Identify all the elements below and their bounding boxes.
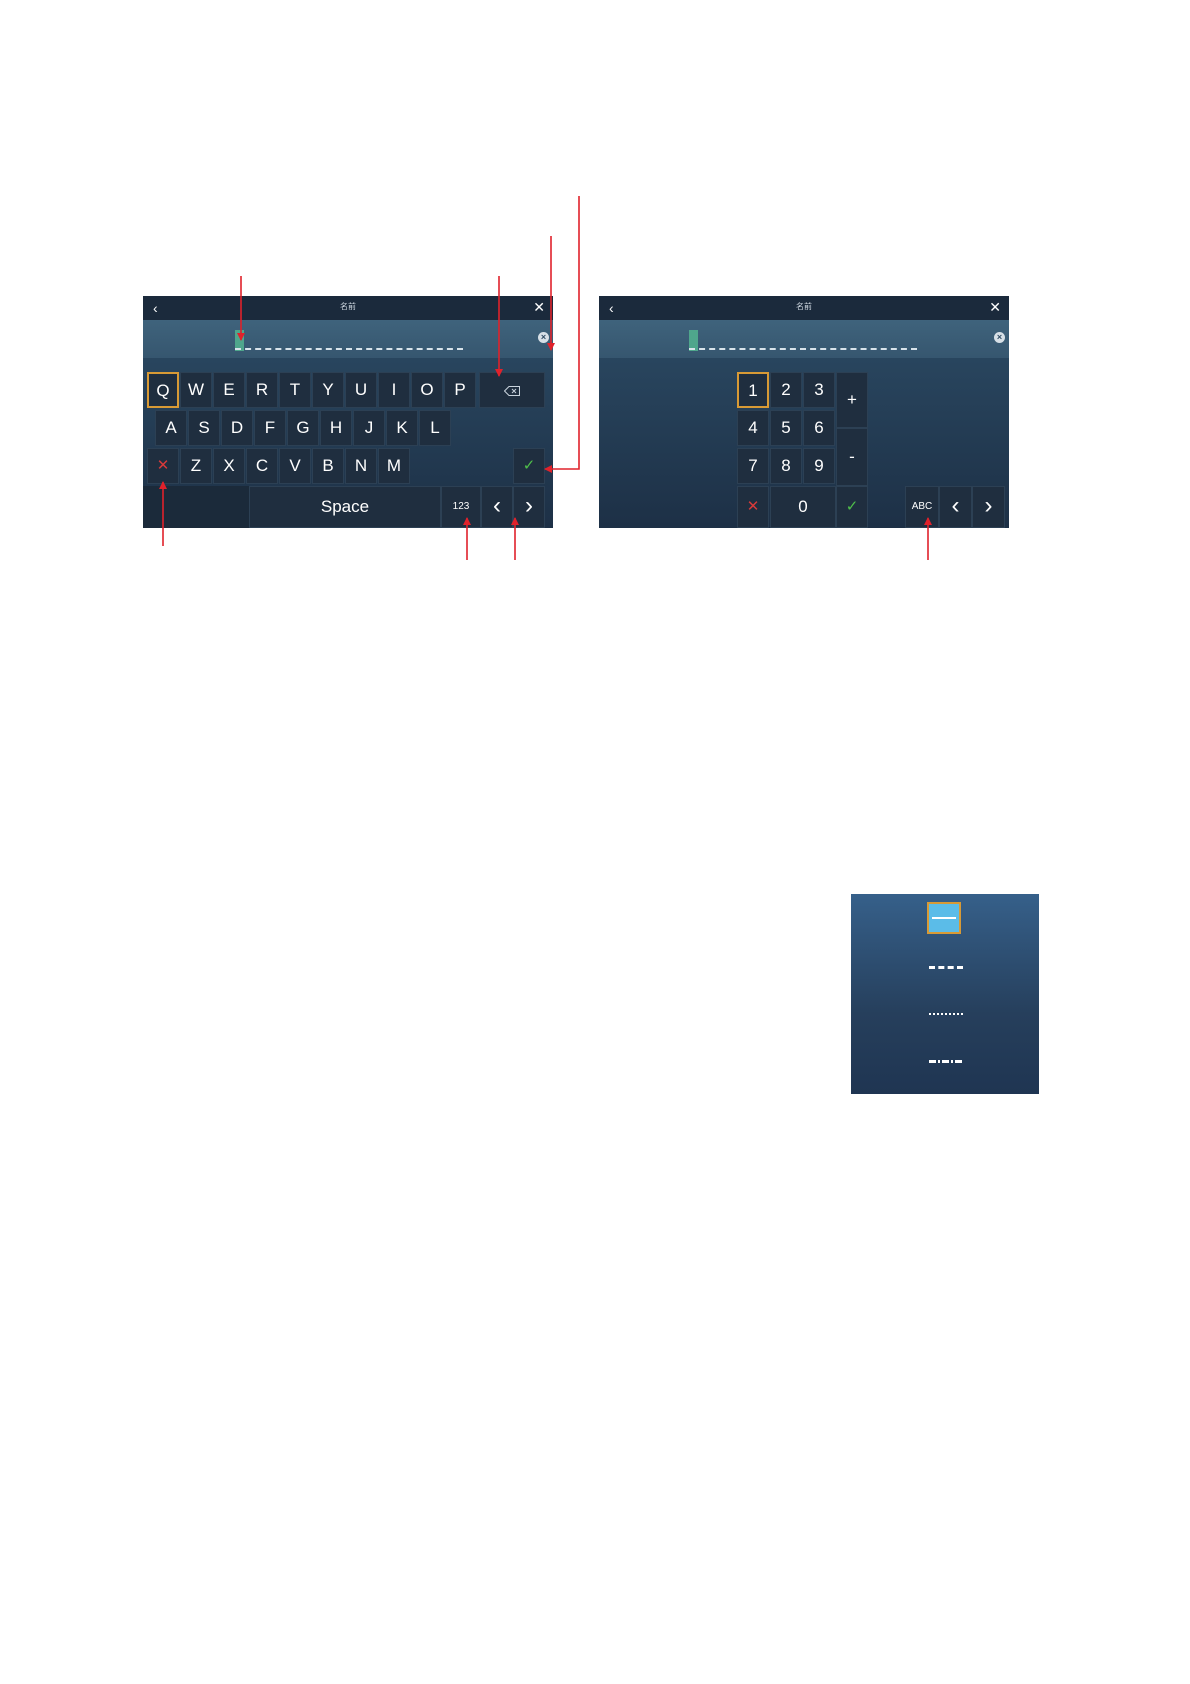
solid-line-sample (932, 917, 956, 919)
line-style-solid[interactable] (927, 902, 961, 934)
arrow-ok (544, 196, 580, 473)
line-style-dash-dot[interactable] (929, 1060, 963, 1063)
line-style-dashed[interactable] (929, 966, 963, 969)
annotation-arrows (159, 196, 932, 560)
line-style-dotted[interactable] (929, 1013, 963, 1015)
line-style-panel (851, 894, 1039, 1094)
